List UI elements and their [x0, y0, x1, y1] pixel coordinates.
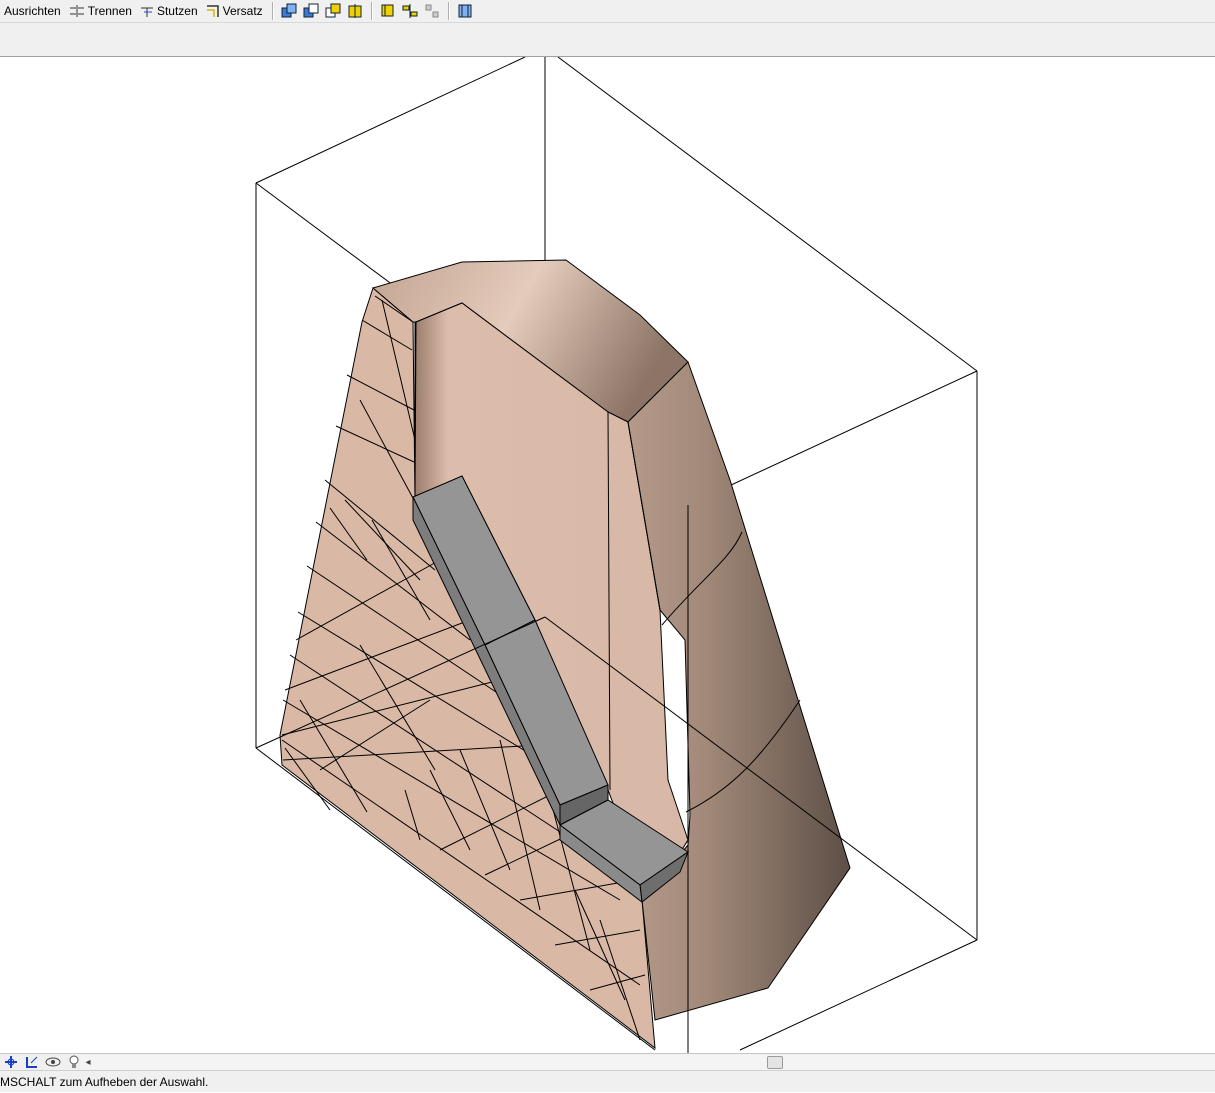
intersect-icon — [325, 3, 341, 18]
offset-button[interactable]: Versatz — [202, 1, 267, 21]
measure-button[interactable] — [454, 1, 476, 21]
3d-viewport[interactable] — [0, 57, 1215, 1053]
split-icon — [69, 5, 84, 17]
trim-icon — [140, 7, 153, 17]
split-button[interactable]: Trennen — [65, 1, 136, 21]
mirror-icon — [402, 4, 418, 18]
light-icon — [69, 1055, 78, 1068]
status-message: MSCHALT zum Aufheben der Auswahl. — [0, 1075, 209, 1089]
offset-label: Versatz — [222, 4, 263, 18]
trim-button[interactable]: Stutzen — [136, 1, 202, 21]
secondary-toolbar — [0, 22, 1215, 57]
split-label: Trennen — [87, 4, 132, 18]
modify-toolbar: Ausrichten Trennen Stutzen Versatz — [0, 0, 1215, 22]
snap-icon — [4, 1056, 17, 1068]
subtract-button[interactable] — [300, 1, 322, 21]
orbit-button[interactable] — [42, 1054, 63, 1070]
ucs-icon — [25, 1056, 37, 1068]
offset-icon — [206, 5, 219, 17]
mirror-button[interactable] — [399, 1, 421, 21]
copy-face-icon — [381, 4, 394, 17]
orbit-icon — [45, 1057, 60, 1067]
scroll-left-button[interactable]: ◂ — [80, 1055, 96, 1070]
union-icon — [281, 3, 297, 18]
array-icon — [425, 4, 439, 18]
measure-icon — [458, 4, 472, 18]
ucs-button[interactable] — [21, 1054, 42, 1070]
array-button[interactable] — [421, 1, 443, 21]
intersect-button[interactable] — [322, 1, 344, 21]
toolbar-separator — [271, 2, 273, 20]
union-button[interactable] — [278, 1, 300, 21]
align-label: Ausrichten — [4, 4, 61, 18]
slice-button[interactable] — [344, 1, 366, 21]
trim-label: Stutzen — [156, 4, 198, 18]
scroll-thumb[interactable] — [767, 1056, 783, 1069]
3d-model-canvas[interactable] — [0, 57, 1215, 1053]
toolbar-separator — [447, 2, 449, 20]
slice-icon — [348, 4, 362, 18]
bottom-toolbar: ◂ — [0, 1053, 1215, 1070]
toolbar-separator — [370, 2, 372, 20]
horizontal-scrollbar[interactable]: ◂ — [80, 1055, 1215, 1070]
snap-button[interactable] — [0, 1054, 21, 1070]
subtract-icon — [303, 3, 319, 18]
status-bar: MSCHALT zum Aufheben der Auswahl. — [0, 1070, 1215, 1092]
copy-face-button[interactable] — [377, 1, 399, 21]
align-button[interactable]: Ausrichten — [0, 1, 65, 21]
